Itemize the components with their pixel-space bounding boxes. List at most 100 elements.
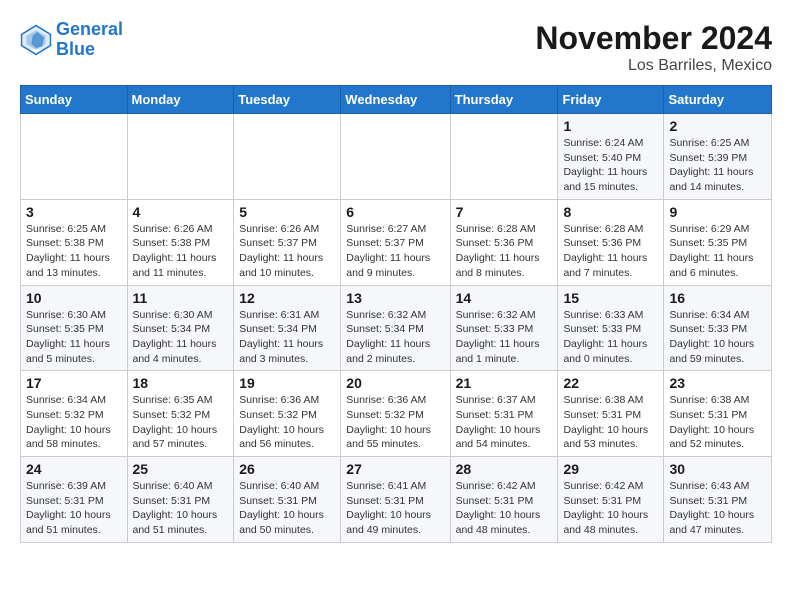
calendar-cell: 24 Sunrise: 6:39 AM Sunset: 5:31 PM Dayli… [21,457,128,543]
calendar-cell [450,114,558,200]
logo-text: General Blue [56,20,123,60]
day-number: 16 [669,290,766,306]
day-number: 2 [669,118,766,134]
day-info: Sunrise: 6:34 AM Sunset: 5:32 PM Dayligh… [26,393,122,452]
day-info: Sunrise: 6:36 AM Sunset: 5:32 PM Dayligh… [239,393,335,452]
calendar-cell: 15 Sunrise: 6:33 AM Sunset: 5:33 PM Dayli… [558,285,664,371]
header-cell-wednesday: Wednesday [341,86,450,114]
calendar-cell: 3 Sunrise: 6:25 AM Sunset: 5:38 PM Daylig… [21,199,128,285]
calendar-cell: 21 Sunrise: 6:37 AM Sunset: 5:31 PM Dayli… [450,371,558,457]
page-header: General Blue November 2024 Los Barriles,… [20,20,772,75]
calendar-cell: 2 Sunrise: 6:25 AM Sunset: 5:39 PM Daylig… [664,114,772,200]
calendar-cell: 7 Sunrise: 6:28 AM Sunset: 5:36 PM Daylig… [450,199,558,285]
day-info: Sunrise: 6:24 AM Sunset: 5:40 PM Dayligh… [563,136,658,195]
title-block: November 2024 Los Barriles, Mexico [535,20,772,75]
header-cell-monday: Monday [127,86,234,114]
day-info: Sunrise: 6:28 AM Sunset: 5:36 PM Dayligh… [456,222,553,281]
day-info: Sunrise: 6:42 AM Sunset: 5:31 PM Dayligh… [563,479,658,538]
calendar-cell: 29 Sunrise: 6:42 AM Sunset: 5:31 PM Dayli… [558,457,664,543]
day-info: Sunrise: 6:38 AM Sunset: 5:31 PM Dayligh… [669,393,766,452]
day-info: Sunrise: 6:40 AM Sunset: 5:31 PM Dayligh… [239,479,335,538]
calendar-cell: 25Sunrise: 6:40 AM Sunset: 5:31 PM Dayli… [127,457,234,543]
calendar-cell: 10Sunrise: 6:30 AM Sunset: 5:35 PM Dayli… [21,285,128,371]
calendar-header: SundayMondayTuesdayWednesdayThursdayFrid… [21,86,772,114]
logo: General Blue [20,20,123,60]
day-number: 26 [239,461,335,477]
calendar-cell: 1 Sunrise: 6:24 AM Sunset: 5:40 PM Daylig… [558,114,664,200]
header-cell-friday: Friday [558,86,664,114]
day-info: Sunrise: 6:25 AM Sunset: 5:39 PM Dayligh… [669,136,766,195]
calendar-cell: 4 Sunrise: 6:26 AM Sunset: 5:38 PM Daylig… [127,199,234,285]
logo-icon [20,24,52,56]
day-number: 13 [346,290,444,306]
calendar-cell: 5Sunrise: 6:26 AM Sunset: 5:37 PM Daylig… [234,199,341,285]
day-info: Sunrise: 6:39 AM Sunset: 5:31 PM Dayligh… [26,479,122,538]
day-number: 17 [26,375,122,391]
day-info: Sunrise: 6:29 AM Sunset: 5:35 PM Dayligh… [669,222,766,281]
calendar-cell [127,114,234,200]
day-number: 14 [456,290,553,306]
day-info: Sunrise: 6:30 AM Sunset: 5:34 PM Dayligh… [133,308,229,367]
day-number: 27 [346,461,444,477]
header-cell-tuesday: Tuesday [234,86,341,114]
day-info: Sunrise: 6:37 AM Sunset: 5:31 PM Dayligh… [456,393,553,452]
logo-line2: Blue [56,39,95,59]
calendar-cell: 19Sunrise: 6:36 AM Sunset: 5:32 PM Dayli… [234,371,341,457]
logo-line1: General [56,19,123,39]
day-info: Sunrise: 6:35 AM Sunset: 5:32 PM Dayligh… [133,393,229,452]
day-info: Sunrise: 6:33 AM Sunset: 5:33 PM Dayligh… [563,308,658,367]
day-number: 28 [456,461,553,477]
calendar-cell: 12Sunrise: 6:31 AM Sunset: 5:34 PM Dayli… [234,285,341,371]
calendar-table: SundayMondayTuesdayWednesdayThursdayFrid… [20,85,772,543]
header-cell-saturday: Saturday [664,86,772,114]
month-title: November 2024 [535,20,772,57]
day-number: 24 [26,461,122,477]
header-row: SundayMondayTuesdayWednesdayThursdayFrid… [21,86,772,114]
day-info: Sunrise: 6:25 AM Sunset: 5:38 PM Dayligh… [26,222,122,281]
day-info: Sunrise: 6:31 AM Sunset: 5:34 PM Dayligh… [239,308,335,367]
day-number: 10 [26,290,122,306]
calendar-cell: 17 Sunrise: 6:34 AM Sunset: 5:32 PM Dayli… [21,371,128,457]
day-number: 21 [456,375,553,391]
calendar-week-3: 17 Sunrise: 6:34 AM Sunset: 5:32 PM Dayli… [21,371,772,457]
day-info: Sunrise: 6:34 AM Sunset: 5:33 PM Dayligh… [669,308,766,367]
day-number: 6 [346,204,444,220]
calendar-cell: 18Sunrise: 6:35 AM Sunset: 5:32 PM Dayli… [127,371,234,457]
calendar-cell: 30Sunrise: 6:43 AM Sunset: 5:31 PM Dayli… [664,457,772,543]
day-number: 11 [133,290,229,306]
location: Los Barriles, Mexico [535,57,772,75]
day-info: Sunrise: 6:32 AM Sunset: 5:33 PM Dayligh… [456,308,553,367]
calendar-week-0: 1 Sunrise: 6:24 AM Sunset: 5:40 PM Daylig… [21,114,772,200]
calendar-cell [21,114,128,200]
header-cell-sunday: Sunday [21,86,128,114]
calendar-cell: 16 Sunrise: 6:34 AM Sunset: 5:33 PM Dayli… [664,285,772,371]
calendar-week-4: 24 Sunrise: 6:39 AM Sunset: 5:31 PM Dayli… [21,457,772,543]
day-number: 9 [669,204,766,220]
calendar-cell [341,114,450,200]
calendar-cell: 9 Sunrise: 6:29 AM Sunset: 5:35 PM Daylig… [664,199,772,285]
day-number: 7 [456,204,553,220]
calendar-cell: 23Sunrise: 6:38 AM Sunset: 5:31 PM Dayli… [664,371,772,457]
day-number: 4 [133,204,229,220]
day-number: 22 [563,375,658,391]
header-cell-thursday: Thursday [450,86,558,114]
day-info: Sunrise: 6:28 AM Sunset: 5:36 PM Dayligh… [563,222,658,281]
day-info: Sunrise: 6:27 AM Sunset: 5:37 PM Dayligh… [346,222,444,281]
day-info: Sunrise: 6:26 AM Sunset: 5:37 PM Dayligh… [239,222,335,281]
day-number: 1 [563,118,658,134]
calendar-cell: 20Sunrise: 6:36 AM Sunset: 5:32 PM Dayli… [341,371,450,457]
calendar-cell: 11 Sunrise: 6:30 AM Sunset: 5:34 PM Dayli… [127,285,234,371]
day-info: Sunrise: 6:26 AM Sunset: 5:38 PM Dayligh… [133,222,229,281]
calendar-week-2: 10Sunrise: 6:30 AM Sunset: 5:35 PM Dayli… [21,285,772,371]
day-info: Sunrise: 6:42 AM Sunset: 5:31 PM Dayligh… [456,479,553,538]
day-number: 3 [26,204,122,220]
day-number: 15 [563,290,658,306]
day-number: 29 [563,461,658,477]
calendar-week-1: 3 Sunrise: 6:25 AM Sunset: 5:38 PM Daylig… [21,199,772,285]
calendar-cell: 28 Sunrise: 6:42 AM Sunset: 5:31 PM Dayli… [450,457,558,543]
calendar-cell: 6 Sunrise: 6:27 AM Sunset: 5:37 PM Daylig… [341,199,450,285]
calendar-cell: 26 Sunrise: 6:40 AM Sunset: 5:31 PM Dayli… [234,457,341,543]
day-info: Sunrise: 6:41 AM Sunset: 5:31 PM Dayligh… [346,479,444,538]
day-info: Sunrise: 6:43 AM Sunset: 5:31 PM Dayligh… [669,479,766,538]
calendar-cell: 8Sunrise: 6:28 AM Sunset: 5:36 PM Daylig… [558,199,664,285]
